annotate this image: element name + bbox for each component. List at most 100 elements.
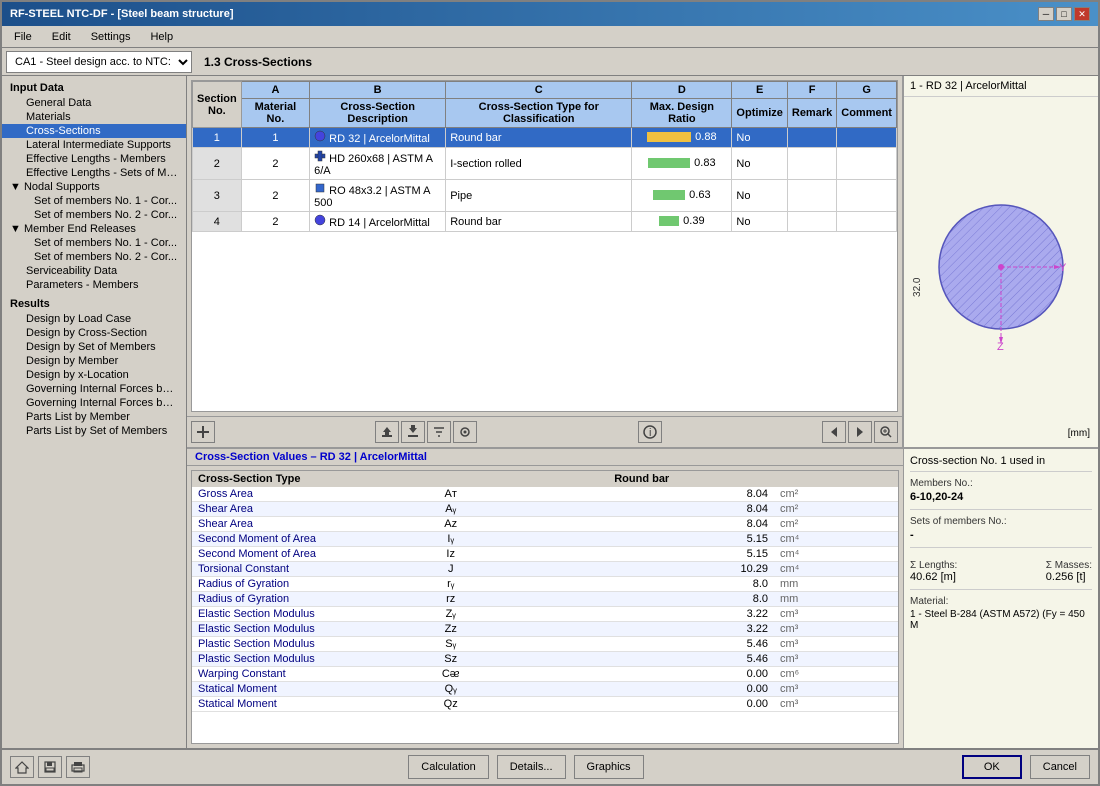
sidebar-item-set-1-nodal[interactable]: Set of members No. 1 - Cor... (2, 194, 186, 208)
close-button[interactable]: ✕ (1074, 7, 1090, 21)
cancel-button[interactable]: Cancel (1030, 755, 1090, 779)
prop-name: Second Moment of Area (192, 532, 392, 547)
prop-name: Radius of Gyration (192, 577, 392, 592)
filter-button[interactable] (427, 421, 451, 443)
sidebar-item-serviceability[interactable]: Serviceability Data (2, 264, 186, 278)
sidebar-item-governing-forces-m[interactable]: Governing Internal Forces by M... (2, 382, 186, 396)
dim-label-y: 32.0 (912, 278, 923, 297)
sidebar-item-general-data[interactable]: General Data (2, 96, 186, 110)
sidebar-item-parts-list-member[interactable]: Parts List by Member (2, 410, 186, 424)
col-d-subheader: Max. Design Ratio (632, 99, 732, 128)
forward-button[interactable] (848, 421, 872, 443)
prop-name: Elastic Section Modulus (192, 622, 392, 637)
sidebar-item-materials[interactable]: Materials (2, 110, 186, 124)
sidebar-item-parameters-members[interactable]: Parameters - Members (2, 278, 186, 292)
cell-desc: RD 14 | ArcelorMittal (310, 212, 446, 232)
table-row[interactable]: 1 1 RD 32 | ArcelorMittal Round bar 0.88… (193, 128, 897, 148)
sidebar-item-set-2-rel[interactable]: Set of members No. 2 - Cor... (2, 250, 186, 264)
cell-no: 4 (193, 212, 242, 232)
zoom-button[interactable] (874, 421, 898, 443)
sidebar-group-member-releases[interactable]: ▼ Member End Releases (2, 222, 186, 236)
prop-sym: Sᵧ (392, 637, 509, 652)
maximize-button[interactable]: □ (1056, 7, 1072, 21)
prop-sym: Zᵧ (392, 607, 509, 622)
col-d-header: D (632, 82, 732, 99)
table-row[interactable]: 4 2 RD 14 | ArcelorMittal Round bar 0.39… (193, 212, 897, 232)
cs-prop-row: Gross Area Aᴛ 8.04 cm² (192, 487, 898, 502)
sidebar-item-set-1-rel[interactable]: Set of members No. 1 - Cor... (2, 236, 186, 250)
sidebar-item-set-2-nodal[interactable]: Set of members No. 2 - Cor... (2, 208, 186, 222)
sidebar-item-design-set-members[interactable]: Design by Set of Members (2, 340, 186, 354)
info-button[interactable]: i (638, 421, 662, 443)
menu-file[interactable]: File (6, 29, 40, 45)
table-toolbar: i (187, 416, 902, 447)
prop-val: 8.04 (509, 487, 774, 502)
title-bar: RF-STEEL NTC-DF - [Steel beam structure]… (2, 2, 1098, 26)
cell-type: Round bar (446, 212, 632, 232)
cs-unit-col (774, 471, 898, 487)
cross-sections-table: Section No. A B C D E F G (192, 81, 897, 232)
import-button[interactable] (375, 421, 399, 443)
cell-desc: HD 260x68 | ASTM A 6/A (310, 148, 446, 180)
cs-prop-row: Second Moment of Area Iᴢ 5.15 cm⁴ (192, 547, 898, 562)
graphics-button[interactable]: Graphics (574, 755, 644, 779)
ok-button[interactable]: OK (962, 755, 1022, 779)
prop-val: 5.15 (509, 547, 774, 562)
menu-edit[interactable]: Edit (44, 29, 79, 45)
home-button[interactable] (10, 756, 34, 778)
sidebar-item-parts-list-set[interactable]: Parts List by Set of Members (2, 424, 186, 438)
col-b-subheader: Cross-Section Description (310, 99, 446, 128)
panel-title: 1.3 Cross-Sections (196, 53, 320, 71)
col-c-header: C (446, 82, 632, 99)
sidebar-item-effective-members[interactable]: Effective Lengths - Members (2, 152, 186, 166)
calculation-button[interactable]: Calculation (408, 755, 488, 779)
prop-unit: cm³ (774, 697, 898, 712)
sidebar-item-effective-sets[interactable]: Effective Lengths - Sets of Mem... (2, 166, 186, 180)
prop-name: Statical Moment (192, 682, 392, 697)
cell-comment (837, 180, 897, 212)
cs-prop-row: Warping Constant Cᴂ 0.00 cm⁶ (192, 667, 898, 682)
cell-no: 3 (193, 180, 242, 212)
add-row-button[interactable] (191, 421, 215, 443)
right-panel: Section No. A B C D E F G (187, 76, 1098, 748)
minimize-button[interactable]: ─ (1038, 7, 1054, 21)
prop-sym: J (392, 562, 509, 577)
export-button[interactable] (401, 421, 425, 443)
prop-sym: rᵧ (392, 577, 509, 592)
sidebar-item-design-member[interactable]: Design by Member (2, 354, 186, 368)
cs-values-table: Cross-Section Type Round bar Gross Area … (192, 471, 898, 712)
prop-val: 0.00 (509, 682, 774, 697)
sidebar-item-design-load-case[interactable]: Design by Load Case (2, 312, 186, 326)
sidebar-item-lateral-supports[interactable]: Lateral Intermediate Supports (2, 138, 186, 152)
design-case-dropdown[interactable]: CA1 - Steel design acc. to NTC: (6, 51, 192, 73)
sidebar-group-nodal-supports[interactable]: ▼ Nodal Supports (2, 180, 186, 194)
print-button[interactable] (66, 756, 90, 778)
prop-sym: Sᴢ (392, 652, 509, 667)
cs-prop-row: Shear Area Aᴢ 8.04 cm² (192, 517, 898, 532)
prop-unit: cm³ (774, 682, 898, 697)
save-button[interactable] (38, 756, 62, 778)
prop-name: Shear Area (192, 502, 392, 517)
table-row[interactable]: 3 2 RO 48x3.2 | ASTM A 500 Pipe 0.63 No (193, 180, 897, 212)
menu-help[interactable]: Help (142, 29, 181, 45)
cell-ratio: 0.39 (632, 212, 732, 232)
col-c-subheader: Cross-Section Type for Classification (446, 99, 632, 128)
col-f-header: F (787, 82, 836, 99)
prop-sym: Aᴢ (392, 517, 509, 532)
bottom-right-buttons: OK Cancel (962, 755, 1090, 779)
table-row[interactable]: 2 2 HD 260x68 | ASTM A 6/A I-section rol… (193, 148, 897, 180)
cross-section-svg: Y Z (924, 182, 1079, 362)
sidebar-item-governing-forces-s[interactable]: Governing Internal Forces by S... (2, 396, 186, 410)
sidebar-item-cross-sections[interactable]: Cross-Sections (2, 124, 186, 138)
menu-settings[interactable]: Settings (83, 29, 139, 45)
details-button[interactable]: Details... (497, 755, 566, 779)
sidebar-item-design-x-location[interactable]: Design by x-Location (2, 368, 186, 382)
prop-unit: cm⁴ (774, 532, 898, 547)
prop-name: Plastic Section Modulus (192, 637, 392, 652)
material-value: 1 - Steel B-284 (ASTM A572) (Fy = 450 M (910, 609, 1092, 631)
cs-values-title: Cross-Section Values – RD 32 | ArcelorMi… (187, 449, 903, 466)
back-button[interactable] (822, 421, 846, 443)
view-button[interactable] (453, 421, 477, 443)
cs-type-label: Cross-Section Type (192, 471, 392, 487)
sidebar-item-design-cross-section[interactable]: Design by Cross-Section (2, 326, 186, 340)
